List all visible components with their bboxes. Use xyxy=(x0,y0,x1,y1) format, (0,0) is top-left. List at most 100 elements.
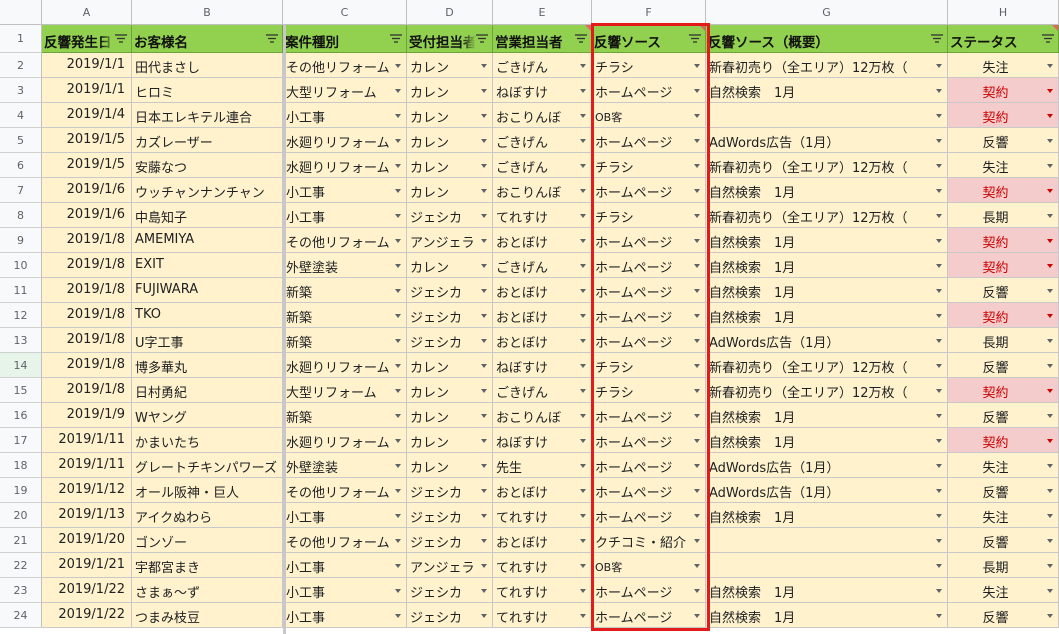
cell-date[interactable]: 2019/1/1 xyxy=(42,78,132,103)
column-header-b[interactable]: B xyxy=(132,0,283,25)
chevron-down-icon[interactable] xyxy=(481,364,487,368)
chevron-down-icon[interactable] xyxy=(580,239,586,243)
chevron-down-icon[interactable] xyxy=(694,514,700,518)
chevron-down-icon[interactable] xyxy=(395,464,401,468)
chevron-down-icon[interactable] xyxy=(1047,314,1053,318)
chevron-down-icon[interactable] xyxy=(481,589,487,593)
cell-sales-rep[interactable]: ごきげん xyxy=(493,53,592,78)
cell-source-summary[interactable] xyxy=(706,103,948,128)
chevron-down-icon[interactable] xyxy=(694,539,700,543)
chevron-down-icon[interactable] xyxy=(936,289,942,293)
cell-source-summary[interactable]: 自然検索 1月 xyxy=(706,228,948,253)
row-header[interactable]: 2 xyxy=(0,53,42,78)
chevron-down-icon[interactable] xyxy=(936,164,942,168)
cell-status[interactable]: 契約 xyxy=(948,428,1059,453)
cell-date[interactable]: 2019/1/22 xyxy=(42,603,132,628)
cell-source-summary[interactable]: AdWords広告（1月） xyxy=(706,128,948,153)
cell-status[interactable]: 契約 xyxy=(948,228,1059,253)
cell-receiver[interactable]: ジェシカ xyxy=(407,603,493,628)
cell-receiver[interactable]: ジェシカ xyxy=(407,328,493,353)
cell-sales-rep[interactable]: おとぼけ xyxy=(493,328,592,353)
cell-customer[interactable]: Wヤング xyxy=(132,403,283,428)
row-header[interactable]: 6 xyxy=(0,153,42,178)
cell-sales-rep[interactable]: おとぼけ xyxy=(493,528,592,553)
chevron-down-icon[interactable] xyxy=(580,539,586,543)
chevron-down-icon[interactable] xyxy=(1047,414,1053,418)
filter-icon[interactable] xyxy=(476,34,488,43)
cell-source[interactable]: ホームページ xyxy=(592,478,706,503)
cell-status[interactable]: 失注 xyxy=(948,453,1059,478)
cell-status[interactable]: 反響 xyxy=(948,528,1059,553)
cell-date[interactable]: 2019/1/11 xyxy=(42,428,132,453)
cell-sales-rep[interactable]: てれすけ xyxy=(493,578,592,603)
cell-source-summary[interactable] xyxy=(706,528,948,553)
frozen-column-divider[interactable] xyxy=(283,25,286,634)
chevron-down-icon[interactable] xyxy=(694,189,700,193)
chevron-down-icon[interactable] xyxy=(694,314,700,318)
chevron-down-icon[interactable] xyxy=(481,564,487,568)
cell-source[interactable]: OB客 xyxy=(592,553,706,578)
cell-receiver[interactable]: ジェシカ xyxy=(407,528,493,553)
cell-source[interactable]: ホームページ xyxy=(592,328,706,353)
chevron-down-icon[interactable] xyxy=(936,364,942,368)
cell-date[interactable]: 2019/1/4 xyxy=(42,103,132,128)
cell-source[interactable]: チラシ xyxy=(592,53,706,78)
cell-sales-rep[interactable]: おとぼけ xyxy=(493,278,592,303)
cell-sales-rep[interactable]: てれすけ xyxy=(493,503,592,528)
cell-date[interactable]: 2019/1/8 xyxy=(42,328,132,353)
chevron-down-icon[interactable] xyxy=(694,389,700,393)
cell-status[interactable]: 契約 xyxy=(948,253,1059,278)
cell-customer[interactable]: 田代まさし xyxy=(132,53,283,78)
chevron-down-icon[interactable] xyxy=(580,164,586,168)
chevron-down-icon[interactable] xyxy=(694,64,700,68)
chevron-down-icon[interactable] xyxy=(1047,489,1053,493)
chevron-down-icon[interactable] xyxy=(694,339,700,343)
chevron-down-icon[interactable] xyxy=(395,389,401,393)
cell-case-type[interactable]: 大型リフォーム xyxy=(283,78,407,103)
row-header[interactable]: 12 xyxy=(0,303,42,328)
chevron-down-icon[interactable] xyxy=(1047,189,1053,193)
chevron-down-icon[interactable] xyxy=(395,264,401,268)
chevron-down-icon[interactable] xyxy=(1047,464,1053,468)
chevron-down-icon[interactable] xyxy=(395,89,401,93)
cell-case-type[interactable]: 新築 xyxy=(283,328,407,353)
cell-case-type[interactable]: 水廻りリフォーム xyxy=(283,428,407,453)
cell-customer[interactable]: ゴンゾー xyxy=(132,528,283,553)
chevron-down-icon[interactable] xyxy=(1047,614,1053,618)
cell-sales-rep[interactable]: おこりんぼ xyxy=(493,103,592,128)
cell-customer[interactable]: オール阪神・巨人 xyxy=(132,478,283,503)
chevron-down-icon[interactable] xyxy=(1047,564,1053,568)
cell-source[interactable]: クチコミ・紹介 xyxy=(592,528,706,553)
chevron-down-icon[interactable] xyxy=(395,64,401,68)
cell-status[interactable]: 反響 xyxy=(948,478,1059,503)
cell-source-summary[interactable]: 新春初売り（全エリア）12万枚（ xyxy=(706,378,948,403)
cell-status[interactable]: 反響 xyxy=(948,403,1059,428)
cell-source[interactable]: チラシ xyxy=(592,153,706,178)
cell-case-type[interactable]: 小工事 xyxy=(283,503,407,528)
cell-case-type[interactable]: 新築 xyxy=(283,278,407,303)
cell-customer[interactable]: 安藤なつ xyxy=(132,153,283,178)
row-header[interactable]: 16 xyxy=(0,403,42,428)
chevron-down-icon[interactable] xyxy=(395,239,401,243)
chevron-down-icon[interactable] xyxy=(395,164,401,168)
row-header[interactable]: 4 xyxy=(0,103,42,128)
cell-source-summary[interactable]: 新春初売り（全エリア）12万枚（ xyxy=(706,353,948,378)
cell-sales-rep[interactable]: おこりんぼ xyxy=(493,403,592,428)
cell-status[interactable]: 反響 xyxy=(948,278,1059,303)
cell-date[interactable]: 2019/1/6 xyxy=(42,203,132,228)
cell-sales-rep[interactable]: 先生 xyxy=(493,453,592,478)
chevron-down-icon[interactable] xyxy=(481,214,487,218)
row-header-1[interactable]: 1 xyxy=(0,25,42,53)
chevron-down-icon[interactable] xyxy=(1047,289,1053,293)
row-header[interactable]: 14 xyxy=(0,353,42,378)
chevron-down-icon[interactable] xyxy=(580,514,586,518)
cell-source[interactable]: ホームページ xyxy=(592,78,706,103)
cell-status[interactable]: 長期 xyxy=(948,328,1059,353)
cell-sales-rep[interactable]: おとぼけ xyxy=(493,303,592,328)
cell-source[interactable]: チラシ xyxy=(592,203,706,228)
chevron-down-icon[interactable] xyxy=(580,439,586,443)
chevron-down-icon[interactable] xyxy=(395,539,401,543)
chevron-down-icon[interactable] xyxy=(580,614,586,618)
cell-sales-rep[interactable]: てれすけ xyxy=(493,203,592,228)
cell-date[interactable]: 2019/1/12 xyxy=(42,478,132,503)
